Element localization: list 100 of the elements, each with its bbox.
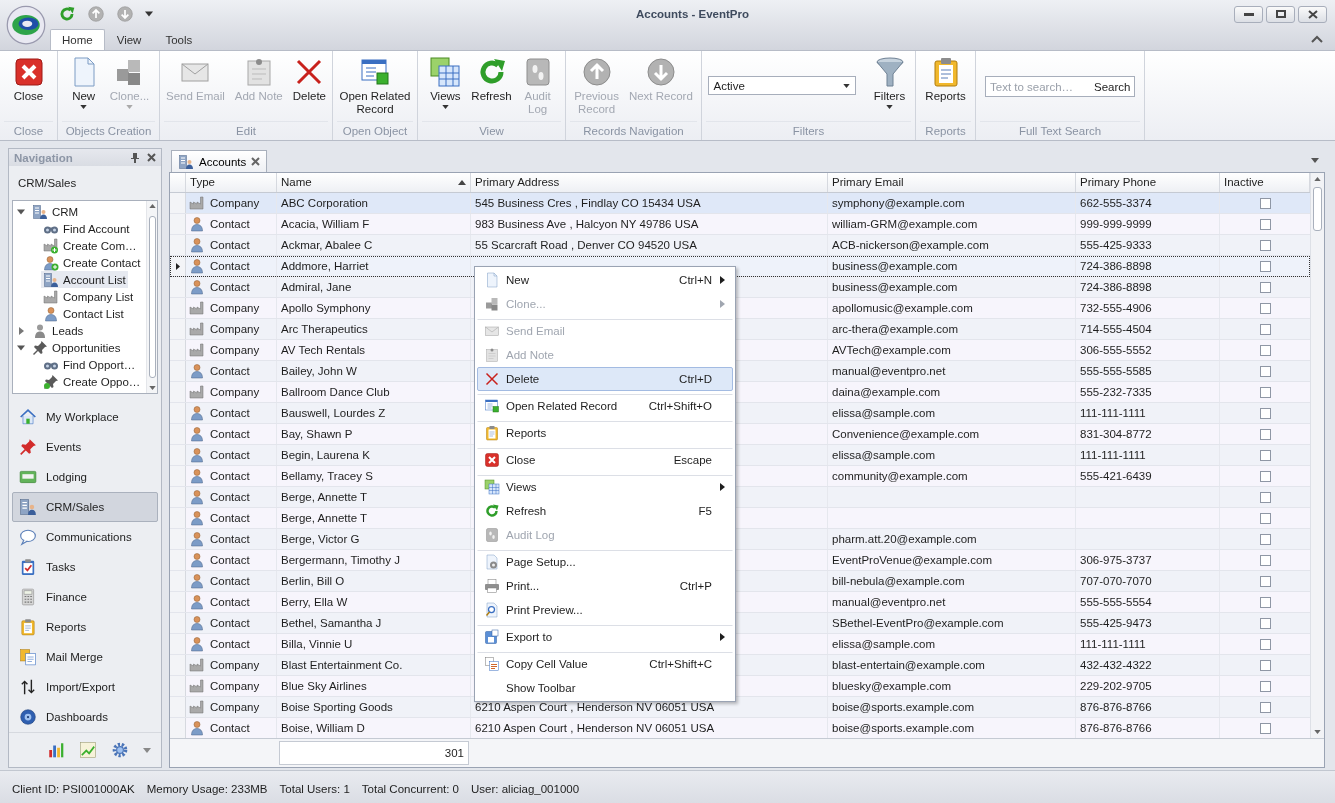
ribbon-tab[interactable]: View bbox=[104, 29, 154, 50]
close-button[interactable] bbox=[1298, 5, 1327, 23]
nav-button[interactable]: Lodging bbox=[12, 462, 158, 493]
search-field[interactable]: Text to search… Search bbox=[985, 76, 1135, 97]
checkbox[interactable] bbox=[1259, 470, 1271, 482]
ribbon-tab[interactable]: Tools bbox=[153, 29, 205, 50]
app-logo-icon[interactable] bbox=[6, 5, 46, 45]
menu-item[interactable]: Views bbox=[477, 475, 733, 500]
menu-item[interactable]: Copy Cell Value Ctrl+Shift+C bbox=[477, 652, 733, 677]
column-header[interactable]: Type bbox=[186, 173, 277, 193]
checkbox[interactable] bbox=[1259, 554, 1271, 566]
tree-item[interactable]: Leads bbox=[30, 322, 86, 340]
nav-button[interactable]: My Workplace bbox=[12, 402, 158, 433]
scrollbar-thumb[interactable] bbox=[148, 216, 156, 379]
checkbox[interactable] bbox=[1259, 533, 1271, 545]
ribbon-button[interactable]: Refresh bbox=[467, 54, 516, 105]
checkbox[interactable] bbox=[1259, 239, 1271, 251]
refresh-icon[interactable] bbox=[58, 5, 76, 23]
checkbox[interactable] bbox=[1259, 386, 1271, 398]
menu-item[interactable]: Export to bbox=[477, 625, 733, 650]
dropdown-arrow-icon[interactable] bbox=[1311, 157, 1319, 163]
row-header[interactable] bbox=[170, 256, 186, 277]
bar-chart-icon[interactable] bbox=[47, 741, 65, 760]
scrollbar[interactable] bbox=[1310, 173, 1324, 739]
scroll-down-arrow-icon[interactable] bbox=[1314, 730, 1321, 735]
pin-icon[interactable] bbox=[131, 152, 139, 163]
checkbox[interactable] bbox=[1259, 701, 1271, 713]
scrollbar[interactable] bbox=[146, 201, 157, 394]
ribbon-button[interactable]: Reports bbox=[921, 54, 970, 105]
checkbox[interactable] bbox=[1259, 491, 1271, 503]
tree-item[interactable]: Opportunities bbox=[30, 339, 123, 357]
checkbox[interactable] bbox=[1259, 428, 1271, 440]
checkbox[interactable] bbox=[1259, 302, 1271, 314]
line-chart-icon[interactable] bbox=[79, 741, 97, 760]
ribbon-button[interactable]: Delete bbox=[288, 54, 330, 105]
ribbon-button[interactable]: Views bbox=[425, 54, 466, 111]
checkbox[interactable] bbox=[1259, 197, 1271, 209]
nav-button[interactable]: Dashboards bbox=[12, 702, 158, 733]
scroll-up-arrow-icon[interactable] bbox=[148, 204, 156, 209]
nav-button[interactable]: Tasks bbox=[12, 552, 158, 583]
column-header[interactable]: Name bbox=[277, 173, 471, 193]
nav-button[interactable]: Events bbox=[12, 432, 158, 463]
tree-item[interactable]: Company List bbox=[41, 288, 136, 306]
table-row[interactable]: Company ABC Corporation 545 Business Cres , Findlay CO 15434 USA symphony@example.com 662-555-3374 bbox=[170, 193, 1310, 215]
checkbox[interactable] bbox=[1259, 365, 1271, 377]
checkbox[interactable] bbox=[1259, 260, 1271, 272]
nav-button[interactable]: Reports bbox=[12, 612, 158, 643]
column-header[interactable]: Primary Phone bbox=[1076, 173, 1220, 193]
ribbon-button[interactable]: Filters bbox=[869, 54, 910, 111]
checkbox[interactable] bbox=[1259, 449, 1271, 461]
tree-item[interactable]: Create Com… bbox=[41, 237, 139, 255]
nav-button[interactable]: Import/Export bbox=[12, 672, 158, 703]
tree-item[interactable]: CRM bbox=[30, 203, 81, 221]
checkbox[interactable] bbox=[1259, 323, 1271, 335]
nav-button[interactable]: CRM/Sales bbox=[12, 492, 158, 523]
ribbon-tab[interactable]: Home bbox=[50, 29, 105, 50]
checkbox[interactable] bbox=[1259, 407, 1271, 419]
scroll-up-arrow-icon[interactable] bbox=[1314, 177, 1321, 182]
nav-button[interactable]: Finance bbox=[12, 582, 158, 613]
ribbon-button[interactable]: New bbox=[63, 54, 104, 111]
checkbox[interactable] bbox=[1259, 281, 1271, 293]
checkbox[interactable] bbox=[1259, 617, 1271, 629]
minimize-button[interactable] bbox=[1234, 5, 1263, 23]
checkbox[interactable] bbox=[1259, 218, 1271, 230]
maximize-button[interactable] bbox=[1266, 5, 1295, 23]
tree-item[interactable]: Find Opport… bbox=[41, 356, 138, 374]
collapse-arrow-icon[interactable] bbox=[17, 208, 25, 215]
table-row[interactable]: Contact Boise, William D 6210 Aspen Court , Henderson NV 06051 USA boise@sports.example.com 876-876-8766 bbox=[170, 718, 1310, 740]
table-row[interactable]: Company Boise Sporting Goods 6210 Aspen Court , Henderson NV 06051 USA boise@sports.example.com 876-876-8766 bbox=[170, 697, 1310, 719]
tree-item[interactable]: Find Account bbox=[41, 220, 132, 238]
tree-item[interactable]: Create Oppo… bbox=[41, 373, 143, 391]
menu-item[interactable]: Open Related Record Ctrl+Shift+O bbox=[477, 394, 733, 419]
checkbox[interactable] bbox=[1259, 596, 1271, 608]
menu-item[interactable]: Reports bbox=[477, 421, 733, 446]
ribbon-button[interactable]: Open Related Record bbox=[335, 54, 415, 118]
nav-button[interactable]: Mail Merge bbox=[12, 642, 158, 673]
checkbox[interactable] bbox=[1259, 575, 1271, 587]
checkbox[interactable] bbox=[1259, 659, 1271, 671]
checkbox[interactable] bbox=[1259, 638, 1271, 650]
checkbox[interactable] bbox=[1259, 344, 1271, 356]
expand-arrow-icon[interactable] bbox=[18, 326, 24, 335]
nav-button[interactable]: Communications bbox=[12, 522, 158, 553]
collapse-arrow-icon[interactable] bbox=[17, 344, 25, 351]
gear-icon[interactable] bbox=[111, 741, 129, 760]
table-row[interactable]: Contact Acacia, William F 983 Business Ave , Halcyon NY 49786 USA william-GRM@example.com 999-999-9999 bbox=[170, 214, 1310, 236]
document-tab[interactable]: Accounts bbox=[171, 150, 268, 173]
menu-item[interactable]: Delete Ctrl+D bbox=[477, 367, 733, 392]
tree-item[interactable]: Create Contact bbox=[41, 254, 143, 272]
menu-item[interactable]: Close Escape bbox=[477, 448, 733, 473]
scroll-down-arrow-icon[interactable] bbox=[148, 386, 156, 391]
table-row[interactable]: Contact Ackmar, Abalee C 55 Scarcraft Road , Denver CO 94520 USA ACB-nickerson@example.com 555-425-9333 bbox=[170, 235, 1310, 257]
tree-item[interactable]: Contact List bbox=[41, 305, 126, 323]
column-header[interactable]: Primary Email bbox=[828, 173, 1076, 193]
search-button[interactable]: Search bbox=[1090, 80, 1135, 93]
menu-item[interactable]: Page Setup... bbox=[477, 550, 733, 575]
checkbox[interactable] bbox=[1259, 680, 1271, 692]
column-header[interactable]: Primary Address bbox=[471, 173, 828, 193]
tree-item[interactable]: Account List bbox=[41, 271, 128, 289]
checkbox[interactable] bbox=[1259, 722, 1271, 734]
close-icon[interactable] bbox=[251, 157, 261, 167]
